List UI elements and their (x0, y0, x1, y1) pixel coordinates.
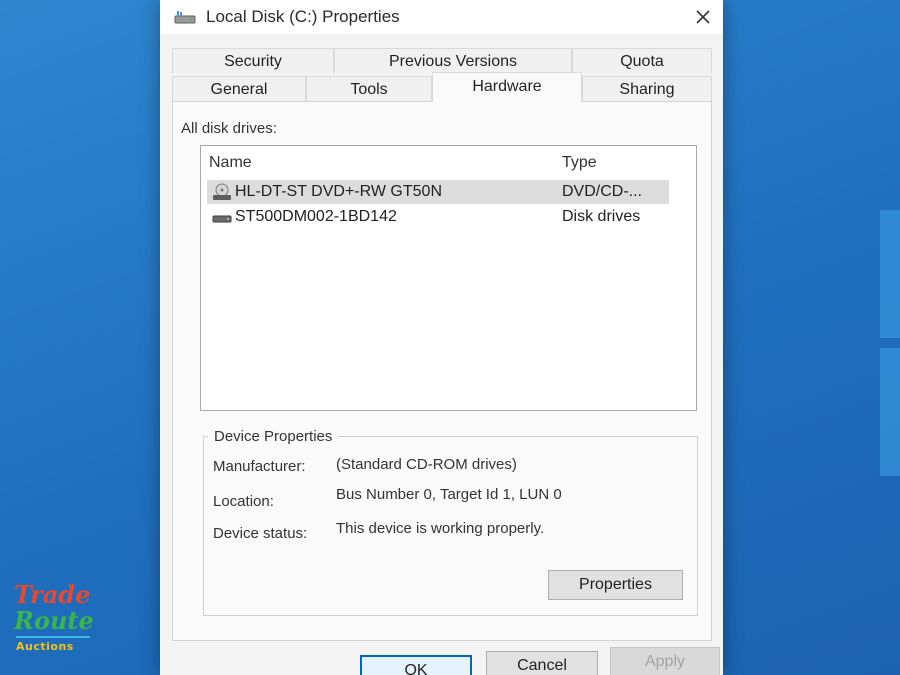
tab-strip: Security Previous Versions Quota General… (172, 48, 712, 102)
drive-name: ST500DM002-1BD142 (235, 208, 397, 225)
tab-hardware[interactable]: Hardware (432, 72, 582, 102)
watermark-line-auctions: Auctions (16, 640, 74, 653)
list-item[interactable]: HL-DT-ST DVD+-RW GT50N DVD/CD-... (207, 180, 669, 204)
watermark-divider (16, 636, 90, 638)
cancel-button[interactable]: Cancel (486, 651, 598, 675)
column-header-type[interactable]: Type (562, 154, 597, 172)
desktop-tile (880, 210, 900, 338)
tab-security[interactable]: Security (172, 48, 334, 73)
drive-type: DVD/CD-... (562, 183, 642, 200)
drive-icon (174, 11, 196, 24)
hard-drive-icon (212, 215, 232, 223)
all-disk-drives-label: All disk drives: (181, 120, 277, 137)
disk-drives-list[interactable]: Name Type HL-DT-ST DVD+-RW GT50N DVD/CD-… (200, 145, 697, 411)
title-bar: Local Disk (C:) Properties (160, 0, 723, 34)
ok-button[interactable]: OK (360, 655, 472, 675)
watermark-line-route: Route (14, 606, 94, 635)
column-header-name[interactable]: Name (209, 154, 252, 172)
watermark-line-trade: Trade (14, 580, 91, 609)
trade-route-auctions-watermark: Trade Route Auctions (12, 580, 94, 660)
manufacturer-value: (Standard CD-ROM drives) (336, 456, 517, 473)
device-properties-title: Device Properties (208, 428, 339, 445)
list-item[interactable]: ST500DM002-1BD142 Disk drives (207, 205, 669, 229)
tab-tools[interactable]: Tools (306, 76, 432, 102)
manufacturer-label: Manufacturer: (213, 458, 306, 475)
location-value: Bus Number 0, Target Id 1, LUN 0 (336, 486, 562, 503)
close-button[interactable] (682, 0, 723, 34)
close-icon (695, 10, 710, 24)
device-status-value: This device is working properly. (336, 520, 545, 537)
drive-type: Disk drives (562, 208, 641, 225)
tab-quota[interactable]: Quota (572, 48, 712, 73)
tab-general[interactable]: General (172, 76, 306, 102)
drive-name: HL-DT-ST DVD+-RW GT50N (235, 183, 442, 200)
properties-dialog: Local Disk (C:) Properties Security Prev… (160, 0, 723, 675)
tab-sharing[interactable]: Sharing (582, 76, 712, 102)
desktop-tile (880, 348, 900, 476)
apply-button[interactable]: Apply (610, 647, 720, 675)
properties-button[interactable]: Properties (548, 570, 683, 600)
location-label: Location: (213, 493, 274, 510)
device-status-label: Device status: (213, 525, 308, 542)
optical-drive-icon (213, 183, 231, 200)
window-title: Local Disk (C:) Properties (206, 7, 400, 26)
tab-previous-versions[interactable]: Previous Versions (334, 48, 572, 73)
